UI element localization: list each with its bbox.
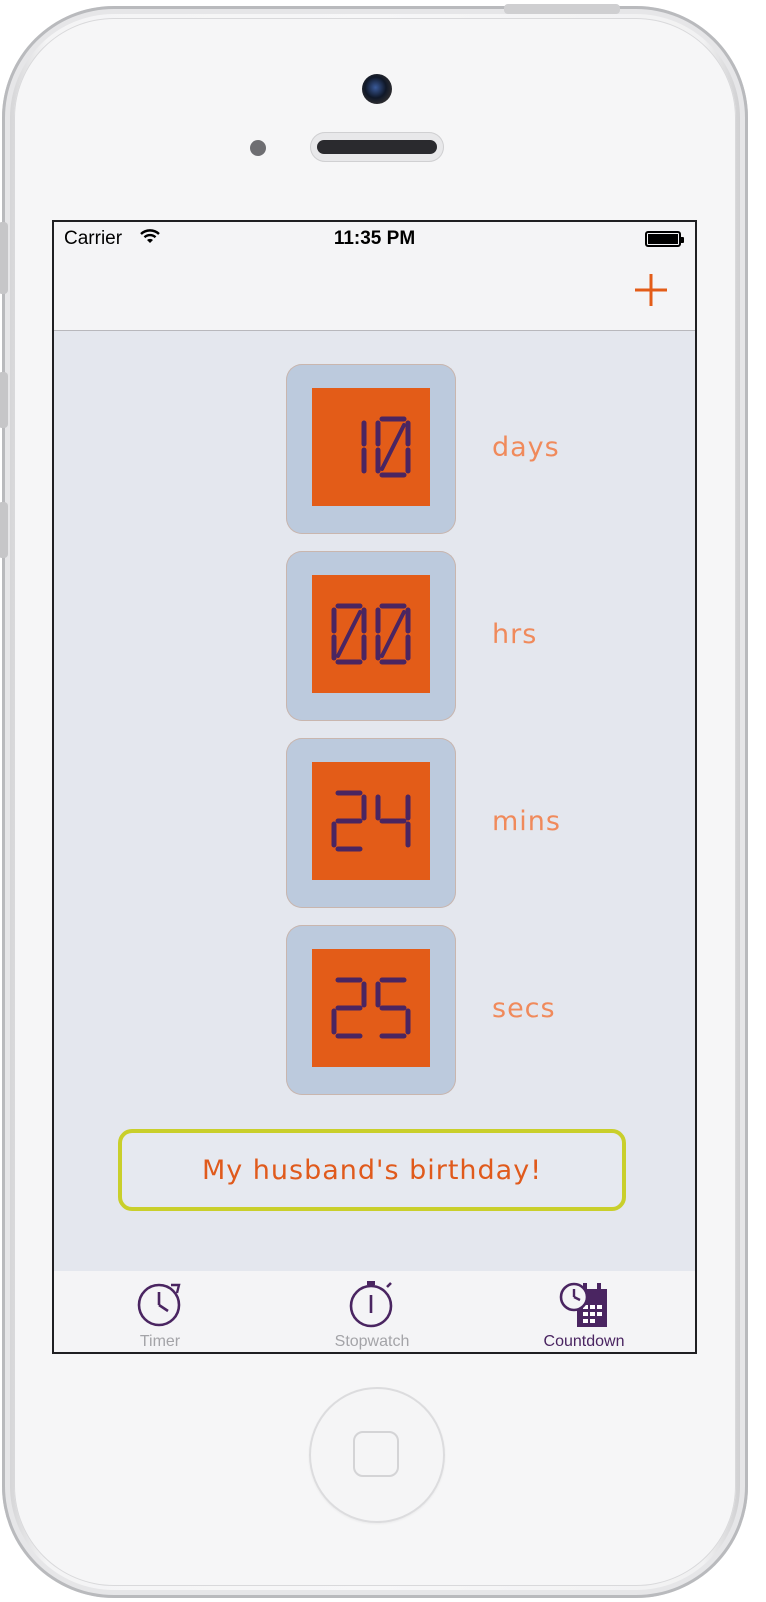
tab-bar: Timer Stopwatch Countdown <box>54 1271 695 1352</box>
minutes-value <box>331 790 411 852</box>
power-button <box>504 4 620 14</box>
tab-timer-label: Timer <box>139 1333 181 1350</box>
hours-value <box>331 603 411 665</box>
event-title: My husband's birthday! <box>201 1154 543 1186</box>
app-screen: Carrier 11:35 PM days hrs mins secs My h… <box>52 220 697 1354</box>
front-camera <box>362 74 392 104</box>
home-square-icon <box>353 1431 399 1477</box>
tab-stopwatch-label: Stopwatch <box>334 1333 410 1350</box>
digit-segment <box>336 610 362 658</box>
volume-up-button <box>0 372 8 428</box>
clock-refresh-icon <box>137 1283 181 1327</box>
event-title-box[interactable]: My husband's birthday! <box>118 1129 626 1211</box>
calendar-clock-icon <box>559 1282 607 1327</box>
volume-down-button <box>0 502 8 558</box>
nav-bar <box>54 256 695 331</box>
minutes-label: mins <box>492 806 561 837</box>
tab-timer[interactable]: Timer <box>80 1271 240 1352</box>
digit-segment <box>380 423 406 471</box>
hours-label: hrs <box>492 619 538 650</box>
countdown-hours: hrs <box>286 551 536 721</box>
battery-icon <box>645 231 684 247</box>
digit-tile <box>286 925 456 1095</box>
countdown-days: days <box>286 364 559 534</box>
mute-switch <box>0 222 8 294</box>
digit-display <box>312 762 430 880</box>
status-bar: Carrier 11:35 PM <box>54 222 695 256</box>
tab-countdown[interactable]: Countdown <box>504 1271 664 1352</box>
stopwatch-icon <box>349 1281 393 1328</box>
seconds-value <box>331 977 411 1039</box>
countdown-seconds: secs <box>286 925 555 1095</box>
tab-countdown-label: Countdown <box>543 1333 625 1350</box>
countdown-minutes: mins <box>286 738 560 908</box>
plus-icon <box>635 274 667 306</box>
tab-stopwatch[interactable]: Stopwatch <box>292 1271 452 1352</box>
proximity-sensor <box>250 140 266 156</box>
earpiece-speaker <box>310 132 444 162</box>
digit-display <box>312 575 430 693</box>
digit-tile <box>286 738 456 908</box>
home-button[interactable] <box>309 1387 445 1523</box>
days-label: days <box>492 432 560 463</box>
add-button[interactable] <box>627 266 675 314</box>
days-value <box>361 416 411 478</box>
digit-tile <box>286 364 456 534</box>
digit-display <box>312 388 430 506</box>
seconds-label: secs <box>492 993 556 1024</box>
digit-segment <box>380 610 406 658</box>
digit-display <box>312 949 430 1067</box>
status-time: 11:35 PM <box>333 228 416 249</box>
digit-tile <box>286 551 456 721</box>
